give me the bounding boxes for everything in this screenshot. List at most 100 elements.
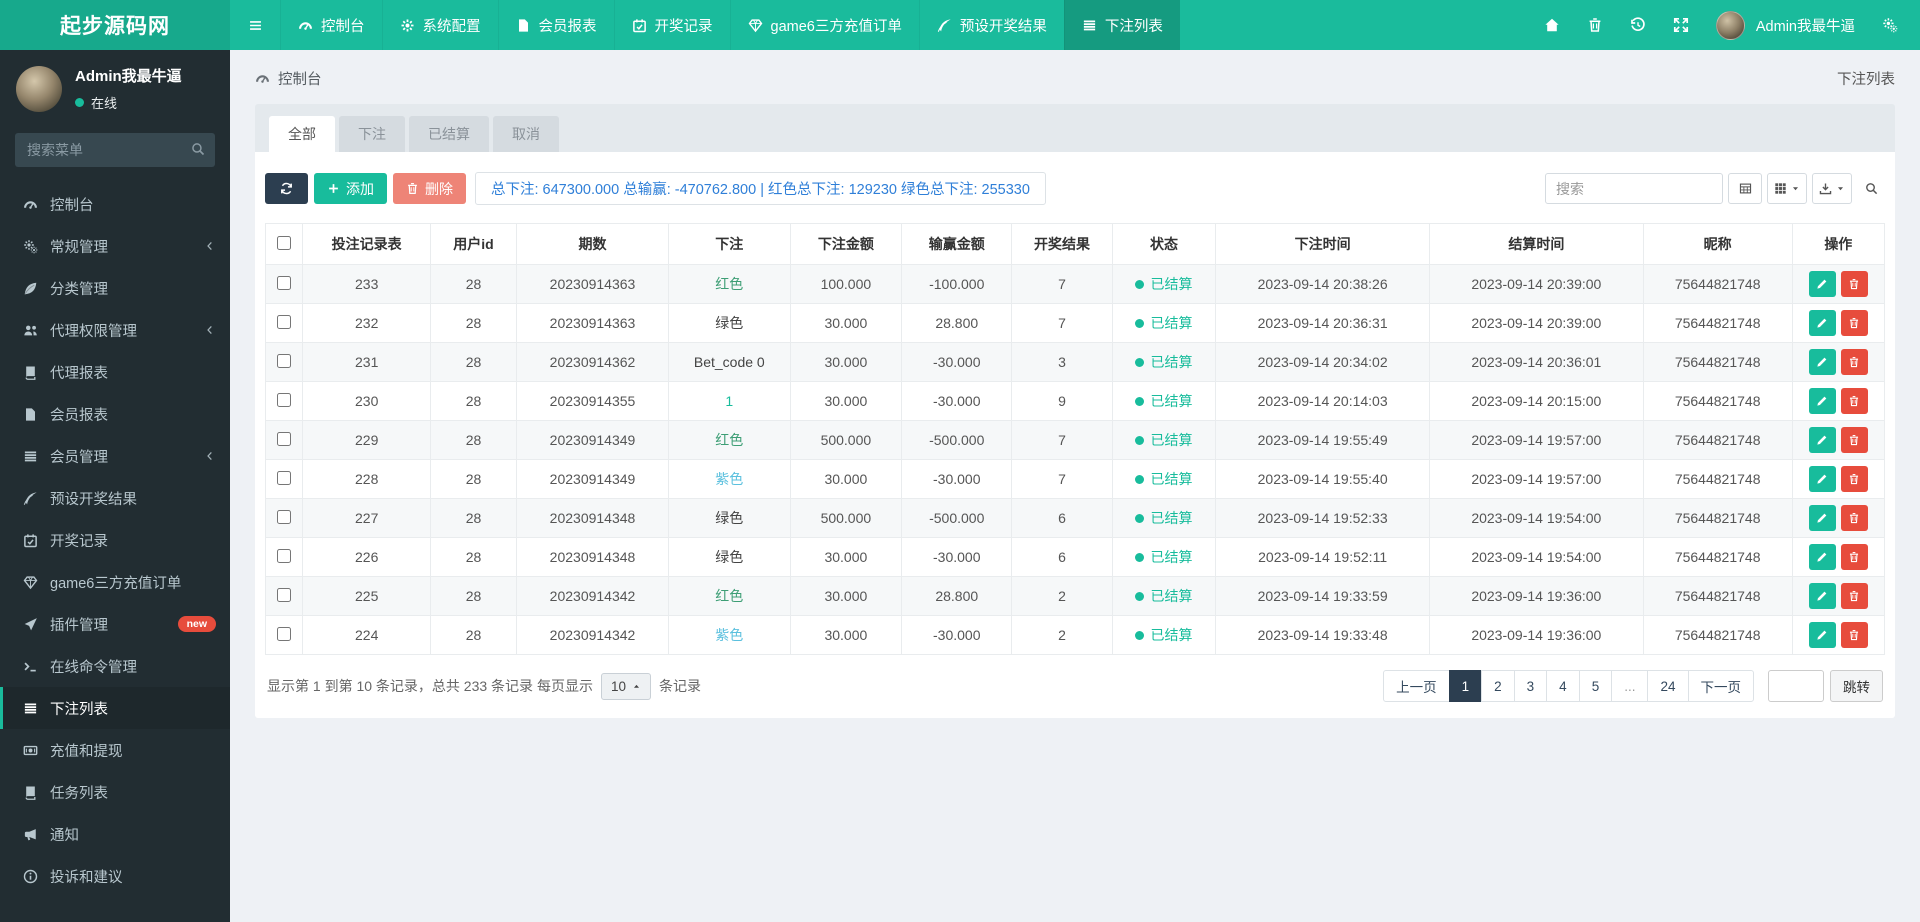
pagination-page-4[interactable]: 4 [1546, 670, 1580, 702]
breadcrumb-label[interactable]: 控制台 [278, 68, 322, 89]
pagination-page-5[interactable]: 5 [1578, 670, 1613, 702]
brand-logo[interactable]: 起步源码网 [0, 0, 230, 50]
row-checkbox[interactable] [277, 275, 292, 290]
top-nav-item-3[interactable]: 开奖记录 [613, 0, 730, 50]
sidebar-item-13[interactable]: 充值和提现 [0, 729, 230, 771]
pagination-page-1[interactable]: 1 [1448, 670, 1483, 702]
delete-row-button[interactable] [1840, 466, 1868, 492]
sidebar-item-0[interactable]: 控制台 [0, 183, 230, 225]
row-checkbox[interactable] [277, 314, 292, 329]
sidebar-item-6[interactable]: 会员管理 [0, 435, 230, 477]
sidebar-item-11[interactable]: 在线命令管理 [0, 645, 230, 687]
sidebar-item-5[interactable]: 会员报表 [0, 393, 230, 435]
search-icon[interactable] [191, 142, 205, 156]
select-all-checkbox[interactable] [277, 235, 292, 250]
edit-button[interactable] [1808, 349, 1836, 375]
bet-value[interactable]: 紫色 [715, 471, 743, 487]
sidebar-avatar[interactable] [16, 65, 62, 112]
pagination-page-24[interactable]: 24 [1647, 670, 1689, 702]
menu-toggle-button[interactable] [230, 0, 280, 50]
bet-value[interactable]: 1 [725, 393, 733, 409]
table-search-input[interactable] [1545, 173, 1723, 204]
sidebar-search-input[interactable] [15, 133, 215, 167]
delete-row-button[interactable] [1840, 583, 1868, 609]
tab-1[interactable]: 下注 [339, 116, 405, 152]
delete-row-button[interactable] [1840, 349, 1868, 375]
sidebar-item-4[interactable]: 代理报表 [0, 351, 230, 393]
edit-button[interactable] [1808, 466, 1836, 492]
sidebar-item-9[interactable]: game6三方充值订单 [0, 561, 230, 603]
top-nav-item-0[interactable]: 控制台 [280, 0, 382, 50]
add-button[interactable]: 添加 [314, 173, 387, 204]
row-checkbox[interactable] [277, 470, 292, 485]
export-dropdown-button[interactable] [1812, 173, 1852, 204]
top-nav-item-1[interactable]: 系统配置 [381, 0, 498, 50]
delete-row-button[interactable] [1840, 544, 1868, 570]
toggle-view-button[interactable] [1728, 173, 1762, 204]
search-toggle-button[interactable] [1857, 173, 1885, 204]
bet-value[interactable]: 绿色 [715, 549, 743, 565]
history-icon[interactable] [1630, 17, 1646, 33]
delete-row-button[interactable] [1840, 388, 1868, 414]
sidebar-item-8[interactable]: 开奖记录 [0, 519, 230, 561]
row-checkbox[interactable] [277, 509, 292, 524]
bet-value[interactable]: 绿色 [715, 315, 743, 331]
fullscreen-icon[interactable] [1673, 17, 1689, 33]
sidebar-item-15[interactable]: 通知 [0, 813, 230, 855]
sidebar-item-12[interactable]: 下注列表 [0, 687, 230, 729]
sidebar-item-10[interactable]: 插件管理 new [0, 603, 230, 645]
row-checkbox[interactable] [277, 587, 292, 602]
page-size-select[interactable]: 10 [600, 672, 651, 700]
sidebar-item-16[interactable]: 投诉和建议 [0, 855, 230, 897]
jump-page-input[interactable] [1768, 670, 1824, 702]
edit-button[interactable] [1808, 388, 1836, 414]
row-checkbox[interactable] [277, 392, 292, 407]
pagination-page-2[interactable]: 2 [1481, 670, 1515, 702]
tab-3[interactable]: 取消 [493, 116, 559, 152]
delete-row-button[interactable] [1840, 427, 1868, 453]
sidebar-item-7[interactable]: 预设开奖结果 [0, 477, 230, 519]
edit-button[interactable] [1808, 583, 1836, 609]
top-nav-item-2[interactable]: 会员报表 [497, 0, 614, 50]
topbar-avatar[interactable] [1715, 10, 1745, 40]
pagination-prev[interactable]: 上一页 [1383, 670, 1450, 702]
row-checkbox[interactable] [277, 548, 292, 563]
settings-gears-icon[interactable] [1882, 17, 1898, 33]
row-checkbox[interactable] [277, 431, 292, 446]
top-nav-item-5[interactable]: 预设开奖结果 [918, 0, 1064, 50]
tab-2[interactable]: 已结算 [409, 116, 489, 152]
edit-button[interactable] [1808, 505, 1836, 531]
row-checkbox[interactable] [277, 626, 292, 641]
top-nav-item-6[interactable]: 下注列表 [1063, 0, 1180, 50]
bet-value[interactable]: 紫色 [715, 627, 743, 643]
bet-value[interactable]: Bet_code 0 [694, 354, 765, 370]
delete-button[interactable]: 删除 [393, 173, 466, 204]
bet-value[interactable]: 绿色 [715, 510, 743, 526]
edit-button[interactable] [1808, 622, 1836, 648]
top-nav-item-4[interactable]: game6三方充值订单 [729, 0, 919, 50]
delete-row-button[interactable] [1840, 622, 1868, 648]
edit-button[interactable] [1808, 427, 1836, 453]
columns-dropdown-button[interactable] [1767, 173, 1807, 204]
sidebar-item-3[interactable]: 代理权限管理 [0, 309, 230, 351]
pagination-next[interactable]: 下一页 [1687, 670, 1754, 702]
sidebar-item-2[interactable]: 分类管理 [0, 267, 230, 309]
edit-button[interactable] [1808, 271, 1836, 297]
delete-row-button[interactable] [1840, 505, 1868, 531]
bet-value[interactable]: 红色 [715, 432, 743, 448]
delete-row-button[interactable] [1840, 310, 1868, 336]
delete-row-button[interactable] [1840, 271, 1868, 297]
sidebar-item-14[interactable]: 任务列表 [0, 771, 230, 813]
sidebar-item-1[interactable]: 常规管理 [0, 225, 230, 267]
topbar-user-name[interactable]: Admin我最牛逼 [1756, 15, 1855, 36]
jump-button[interactable]: 跳转 [1830, 670, 1883, 702]
pagination-page-...[interactable]: ... [1611, 670, 1649, 702]
tab-0[interactable]: 全部 [269, 116, 335, 152]
pagination-page-3[interactable]: 3 [1513, 670, 1548, 702]
bet-value[interactable]: 红色 [715, 588, 743, 604]
edit-button[interactable] [1808, 310, 1836, 336]
edit-button[interactable] [1808, 544, 1836, 570]
bet-value[interactable]: 红色 [715, 276, 743, 292]
row-checkbox[interactable] [277, 353, 292, 368]
home-icon[interactable] [1544, 17, 1560, 33]
